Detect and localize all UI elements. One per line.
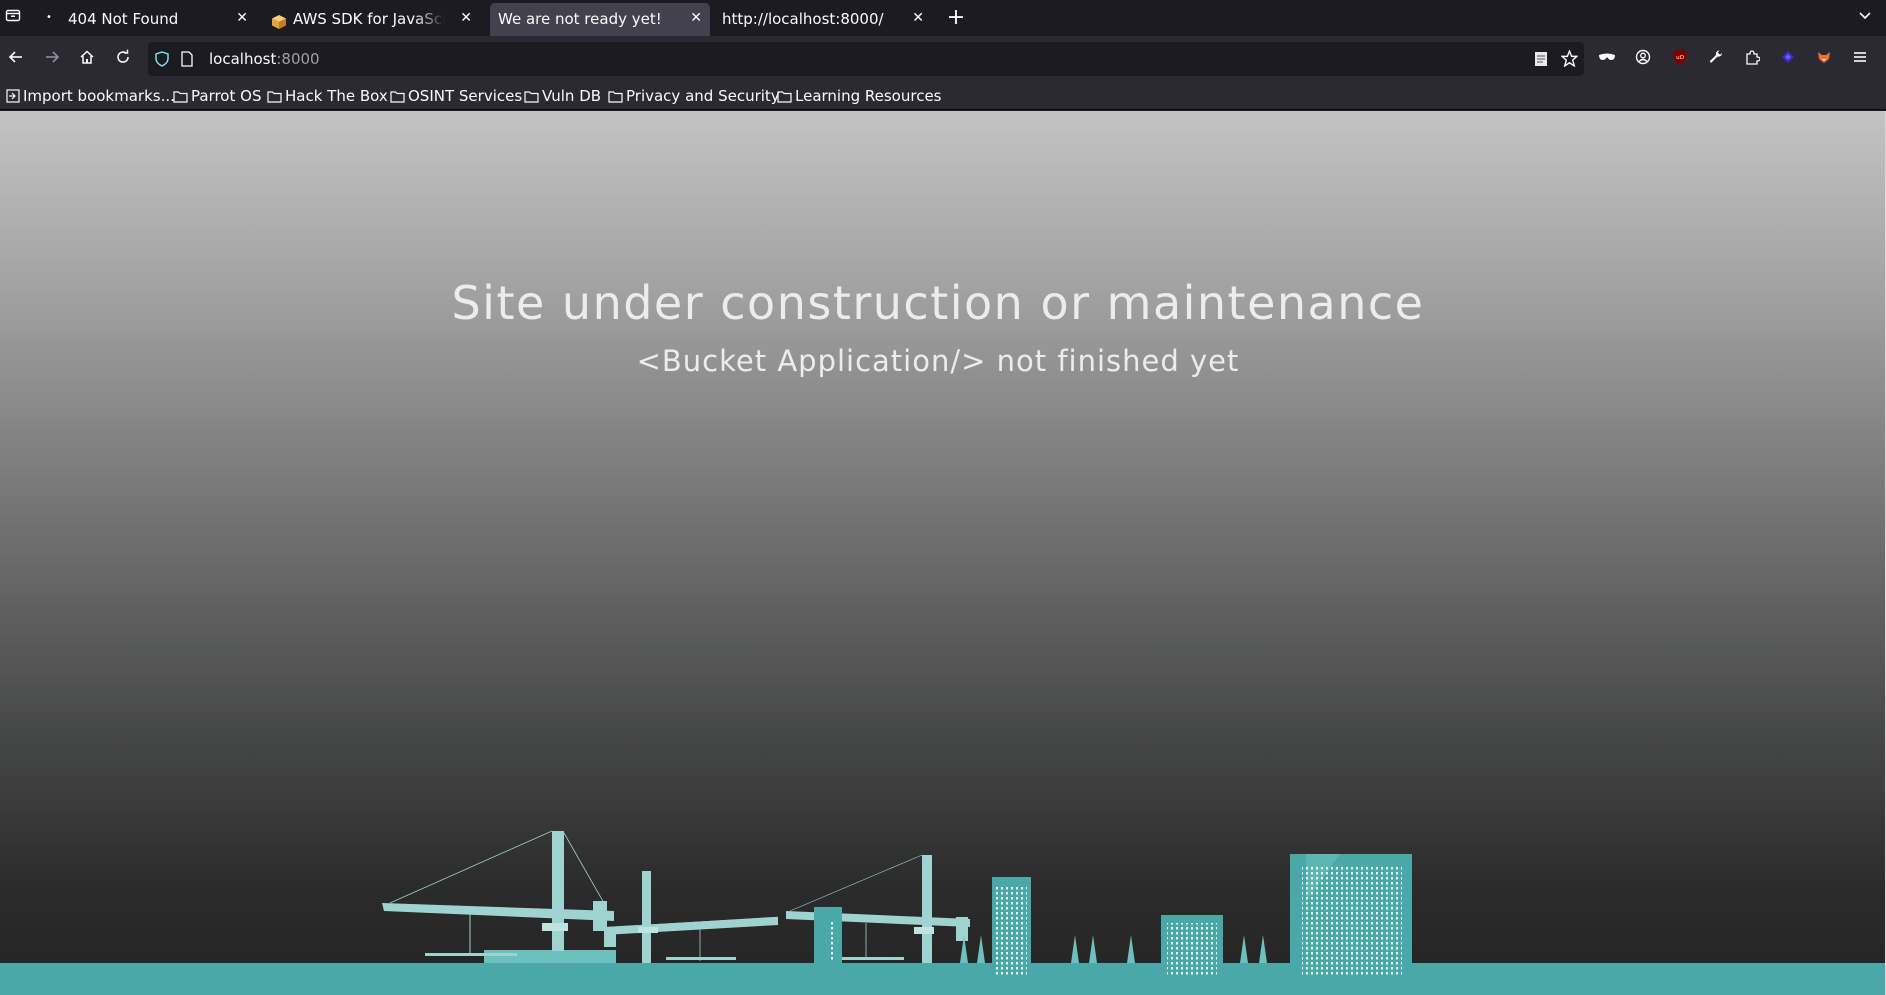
- tab-overview-icon[interactable]: [0, 5, 26, 31]
- folder-icon: [777, 91, 792, 103]
- tab-title: AWS SDK for JavaScript v3: [293, 4, 445, 34]
- bookmark-label: Privacy and Security: [626, 87, 780, 105]
- close-tab-icon[interactable]: ✕: [236, 3, 248, 33]
- close-tab-icon[interactable]: ✕: [460, 3, 472, 33]
- import-icon: [6, 89, 20, 103]
- ground-strip: [0, 963, 1886, 995]
- bookmark-folder-vuln-db[interactable]: Vuln DB: [524, 87, 601, 105]
- private-mask-icon[interactable]: [1594, 47, 1620, 73]
- tab-we-are-not-ready-yet[interactable]: We are not ready yet! ✕: [490, 3, 710, 36]
- folder-icon: [173, 91, 188, 103]
- folder-icon: [390, 91, 405, 103]
- close-tab-icon[interactable]: ✕: [690, 3, 702, 33]
- url-port: :8000: [276, 50, 320, 68]
- wrench-tools-icon[interactable]: [1703, 47, 1729, 73]
- extensions-puzzle-icon[interactable]: [1739, 47, 1765, 73]
- tab-title: 404 Not Found: [68, 10, 179, 28]
- folder-icon: [524, 91, 539, 103]
- account-icon[interactable]: [1630, 47, 1656, 73]
- wappalyzer-fox-icon[interactable]: [1811, 47, 1837, 73]
- bookmark-folder-privacy-and-security[interactable]: Privacy and Security: [608, 87, 780, 105]
- construction-skyline-illustration: [0, 830, 1886, 995]
- foxyproxy-extension-icon[interactable]: [1775, 47, 1801, 73]
- bookmark-folder-osint-services[interactable]: OSINT Services: [390, 87, 522, 105]
- tall-building: [992, 877, 1031, 977]
- folder-icon: [608, 91, 623, 103]
- browser-window: • 404 Not Found ✕ AWS SDK for JavaScript…: [0, 0, 1886, 995]
- tower-crane-2: [604, 871, 779, 963]
- page-content: Site under construction or maintenance <…: [0, 111, 1886, 995]
- large-building: [1290, 854, 1412, 977]
- small-building: [814, 907, 842, 963]
- bookmark-folder-hack-the-box[interactable]: Hack The Box: [267, 87, 388, 105]
- url-host: localhost: [209, 50, 277, 68]
- bookmark-folder-parrot-os[interactable]: Parrot OS: [173, 87, 261, 105]
- bookmark-label: Learning Resources: [795, 87, 942, 105]
- new-tab-button[interactable]: +: [943, 5, 969, 31]
- ublock-origin-icon[interactable]: uO: [1667, 47, 1693, 73]
- bookmark-folder-learning-resources[interactable]: Learning Resources: [777, 87, 942, 105]
- page-info-icon[interactable]: [180, 51, 194, 71]
- page-subheading: <Bucket Application/> not finished yet: [636, 344, 1240, 378]
- tab-title: http://localhost:8000/: [722, 10, 884, 28]
- tab-404-not-found[interactable]: • 404 Not Found ✕: [38, 3, 256, 36]
- bookmark-import-bookmarks[interactable]: Import bookmarks...: [6, 87, 175, 105]
- menu-hamburger-icon[interactable]: [1847, 47, 1873, 73]
- back-button-icon[interactable]: [3, 47, 29, 73]
- bookmarks-toolbar: Import bookmarks... Parrot OS Hack The B…: [0, 84, 1886, 110]
- close-tab-icon[interactable]: ✕: [912, 3, 924, 33]
- tracking-protection-shield-icon[interactable]: [154, 51, 170, 71]
- url-text: localhost:8000: [209, 50, 320, 68]
- folder-icon: [267, 91, 282, 103]
- tab-title: We are not ready yet!: [498, 10, 662, 28]
- reader-view-icon[interactable]: [1534, 51, 1548, 71]
- bookmark-star-icon[interactable]: [1560, 49, 1579, 71]
- forward-button-icon[interactable]: [39, 47, 65, 73]
- tower-crane-3: [786, 854, 970, 963]
- bookmark-label: OSINT Services: [408, 87, 523, 105]
- tab-strip: • 404 Not Found ✕ AWS SDK for JavaScript…: [0, 0, 1886, 36]
- home-icon[interactable]: [74, 47, 100, 73]
- bookmark-label: Import bookmarks...: [23, 87, 175, 105]
- tab-localhost-8000[interactable]: http://localhost:8000/ ✕: [714, 3, 932, 36]
- aws-cube-icon: [271, 10, 287, 36]
- reload-icon[interactable]: [110, 47, 136, 73]
- bookmark-label: Hack The Box: [285, 87, 388, 105]
- tab-dot-icon: •: [46, 12, 52, 23]
- url-bar[interactable]: localhost:8000: [148, 42, 1584, 76]
- tab-aws-sdk[interactable]: AWS SDK for JavaScript v3 ✕: [262, 3, 480, 36]
- tower-crane-1: [382, 830, 616, 963]
- page-heading: Site under construction or maintenance: [451, 276, 1425, 330]
- bookmark-label: Vuln DB: [542, 87, 602, 105]
- bookmark-label: Parrot OS: [191, 87, 262, 105]
- navigation-toolbar: localhost:8000 uO: [0, 36, 1886, 84]
- list-all-tabs-icon[interactable]: [1852, 5, 1878, 31]
- svg-text:uO: uO: [1676, 55, 1684, 61]
- mid-building: [1161, 915, 1223, 977]
